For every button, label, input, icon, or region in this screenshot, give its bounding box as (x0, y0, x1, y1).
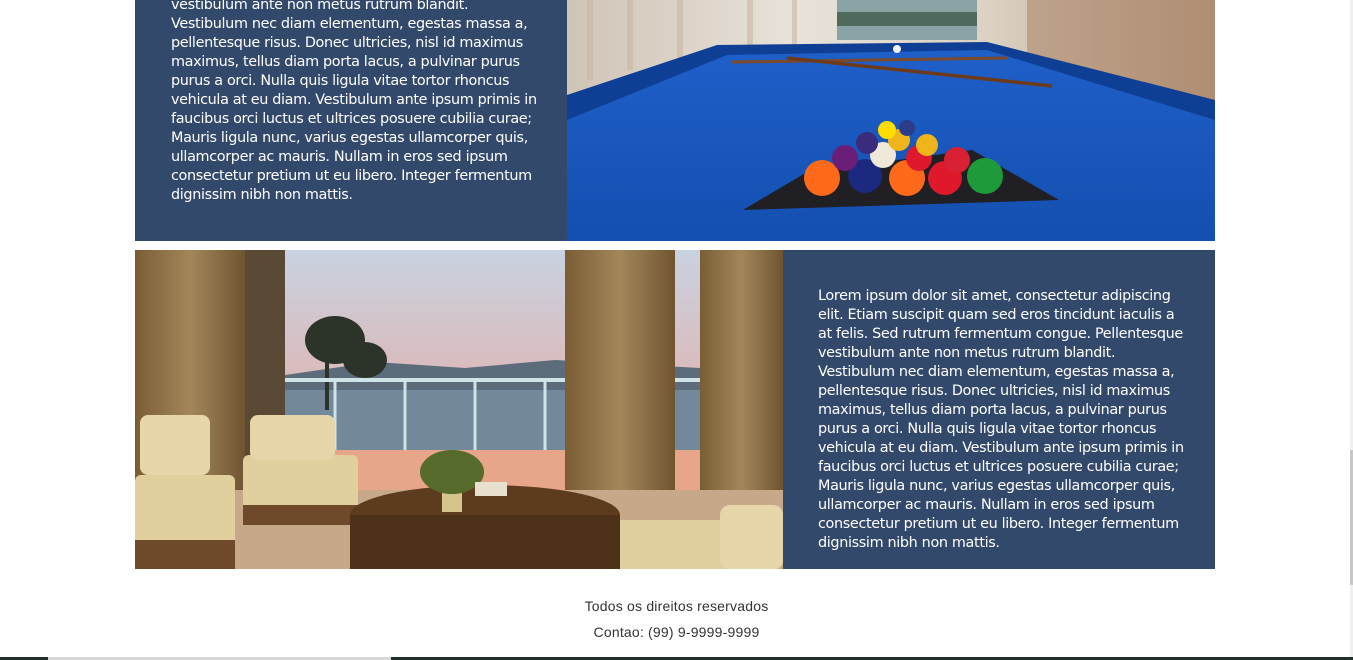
feature-section-1: Sed rutrum fermentum congue. Pellentesqu… (135, 0, 1215, 241)
feature-section-2: Lorem ipsum dolor sit amet, consectetur … (135, 250, 1215, 569)
page-footer: Todos os direitos reservados Contao: (99… (0, 593, 1353, 645)
footer-rights: Todos os direitos reservados (584, 598, 769, 614)
feature-text-panel: Lorem ipsum dolor sit amet, consectetur … (783, 250, 1215, 569)
lounge-room-image (135, 250, 783, 569)
footer-contact: Contao: (99) 9-9999-9999 (593, 624, 760, 640)
feature-text-panel: Sed rutrum fermentum congue. Pellentesqu… (135, 0, 567, 241)
feature-description: Sed rutrum fermentum congue. Pellentesqu… (171, 0, 537, 203)
billiard-room-image (567, 0, 1215, 241)
feature-description: Lorem ipsum dolor sit amet, consectetur … (818, 288, 1184, 551)
